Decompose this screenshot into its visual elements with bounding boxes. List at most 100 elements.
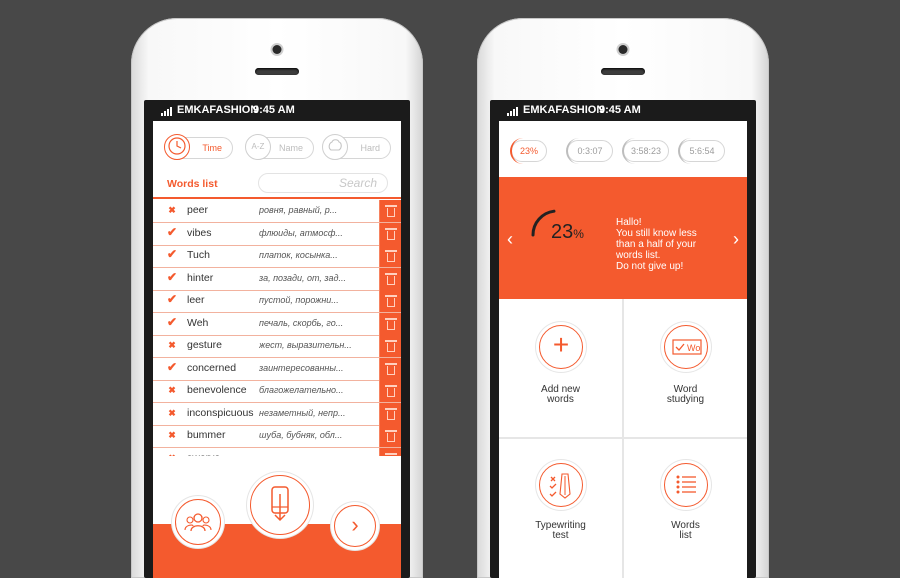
words-list-screen: Time A-Z Name Hard Words list Search ✖ pe…	[153, 121, 401, 578]
a-z-icon: A-Z	[245, 134, 271, 160]
trash-icon	[385, 295, 397, 307]
signal-icon	[507, 107, 523, 116]
progress-tabs: 23% 0:3:07 3:58:23 5:6:54	[499, 138, 747, 164]
words-list-title: Words list	[167, 178, 218, 190]
word-row[interactable]: ✔ leer пустой, порожни...	[153, 290, 401, 313]
delete-button[interactable]	[379, 245, 401, 267]
delete-button[interactable]	[379, 290, 401, 312]
word-text: Tuch	[187, 249, 210, 261]
word-translation: платок, косынка...	[259, 250, 338, 260]
trash-icon	[385, 272, 397, 285]
words-list-header: Words list Search	[153, 173, 401, 199]
trash-icon	[385, 362, 397, 375]
word-studying-label: Word studying	[624, 385, 747, 405]
words-list-tile[interactable]: Words list	[624, 439, 747, 578]
typewriting-test-tile[interactable]: Typewriting test	[499, 439, 622, 578]
word-text: swerve	[187, 452, 220, 457]
word-row[interactable]: ✖ bummer шуба, бубняк, обл...	[153, 425, 401, 448]
word-translation: вилять, откл...	[259, 453, 369, 457]
delete-button[interactable]	[379, 357, 401, 380]
word-translation: флюиды, атмосф...	[259, 227, 343, 238]
word-row[interactable]: ✔ Weh печаль, скорбь, го...	[153, 312, 401, 336]
word-row[interactable]: ✔ concerned заинтересованны...	[153, 357, 401, 381]
trash-icon	[385, 227, 397, 240]
menu-grid: + Add new words Wo Word studying Typewri…	[499, 299, 747, 578]
word-translation: незаметный, непр...	[259, 407, 346, 418]
delete-button[interactable]	[379, 200, 401, 222]
sort-by-name-button[interactable]: A-Z Name	[245, 134, 314, 160]
sort-by-time-button[interactable]: Time	[164, 134, 233, 160]
word-row[interactable]: ✖ benevolence благожелательно...	[153, 380, 401, 403]
next-arrow-icon[interactable]: ›	[733, 229, 739, 250]
delete-button[interactable]	[379, 425, 401, 447]
tab-time-1[interactable]: 0:3:07	[566, 138, 613, 164]
word-translation: за, позади, от, зад...	[259, 272, 346, 283]
delete-button[interactable]	[379, 335, 401, 357]
front-camera	[272, 45, 282, 54]
label-line: test	[552, 530, 569, 541]
search-input[interactable]: Search	[258, 173, 388, 193]
cross-icon: ✖	[168, 385, 176, 395]
carrier-name: EMKAFASHION	[523, 104, 605, 116]
prev-arrow-icon[interactable]: ‹	[507, 229, 513, 250]
list-icon	[664, 463, 708, 507]
word-text: gesture	[187, 339, 223, 351]
tab-arc	[678, 138, 694, 164]
delete-button[interactable]	[379, 312, 401, 335]
tab-arc	[622, 138, 638, 164]
word-row[interactable]: ✖ swerve вилять, откл...	[153, 447, 401, 457]
phone-left: EMKAFASHION 9:45 AM Time A-Z Name Hard W…	[131, 18, 423, 578]
word-text: bummer	[187, 429, 226, 441]
word-translation: заинтересованны...	[259, 362, 344, 373]
check-icon: ✔	[166, 247, 178, 261]
progress-sign: %	[573, 227, 584, 241]
progress-panel: ‹ 23% Hallo! You still know less than a …	[499, 177, 747, 299]
word-text: vibes	[187, 226, 212, 239]
status-bar: EMKAFASHION 9:45 AM	[153, 100, 401, 121]
check-icon: ✔	[166, 314, 178, 329]
word-row[interactable]: ✖ peer ровня, равный, р...	[153, 200, 401, 223]
delete-button[interactable]	[379, 267, 401, 290]
word-card-icon: Wo	[664, 325, 708, 369]
word-text: peer	[187, 204, 209, 216]
check-icon: ✔	[166, 359, 178, 374]
phone-right: EMKAFASHION 9:45 AM 23% 0:3:07 3:58:23 5…	[477, 18, 769, 578]
tab-percent[interactable]: 23%	[510, 138, 547, 164]
progress-value: 23	[551, 221, 574, 243]
word-row[interactable]: ✖ gesture жест, выразительн...	[153, 335, 401, 358]
delete-button[interactable]	[379, 380, 401, 402]
delete-button[interactable]	[379, 447, 401, 456]
sort-by-hard-button[interactable]: Hard	[322, 134, 391, 160]
word-text: inconspicuous	[187, 406, 254, 419]
phone-download-button[interactable]	[250, 475, 310, 535]
progress-screen: 23% 0:3:07 3:58:23 5:6:54 ‹ 23% Hallo! Y…	[499, 121, 747, 578]
next-button[interactable]: ›	[334, 505, 376, 547]
delete-button[interactable]	[379, 222, 401, 245]
cross-icon: ✖	[168, 340, 176, 350]
word-row[interactable]: ✔ hinter за, позади, от, зад...	[153, 267, 401, 291]
group-button[interactable]	[175, 499, 221, 545]
cross-icon: ✖	[168, 205, 176, 215]
trash-icon	[385, 250, 397, 262]
check-icon: ✔	[166, 269, 178, 284]
word-text: Weh	[187, 316, 209, 329]
trash-icon	[385, 430, 397, 442]
front-camera	[618, 45, 628, 54]
word-list: ✖ peer ровня, равный, р... ✔ vibes флюиды, ат…	[153, 200, 401, 456]
delete-button[interactable]	[379, 402, 401, 425]
trash-icon	[385, 317, 397, 330]
word-text: hinter	[187, 271, 214, 284]
status-bar: EMKAFASHION 9:45 AM	[499, 100, 747, 121]
add-new-words-tile[interactable]: + Add new words	[499, 299, 622, 437]
words-list-label: Words list	[624, 521, 747, 541]
status-time: 9:45 AM	[253, 104, 295, 116]
word-row[interactable]: ✔ Tuch платок, косынка...	[153, 245, 401, 268]
tab-time-2[interactable]: 3:58:23	[622, 138, 669, 164]
word-row[interactable]: ✖ inconspicuous незаметный, непр...	[153, 402, 401, 426]
tab-time-3[interactable]: 5:6:54	[678, 138, 725, 164]
message-line: Hallo!	[616, 217, 642, 228]
signal-icon	[161, 107, 177, 116]
plus-icon: +	[539, 325, 583, 369]
word-row[interactable]: ✔ vibes флюиды, атмосф...	[153, 222, 401, 246]
word-studying-tile[interactable]: Wo Word studying	[624, 299, 747, 437]
